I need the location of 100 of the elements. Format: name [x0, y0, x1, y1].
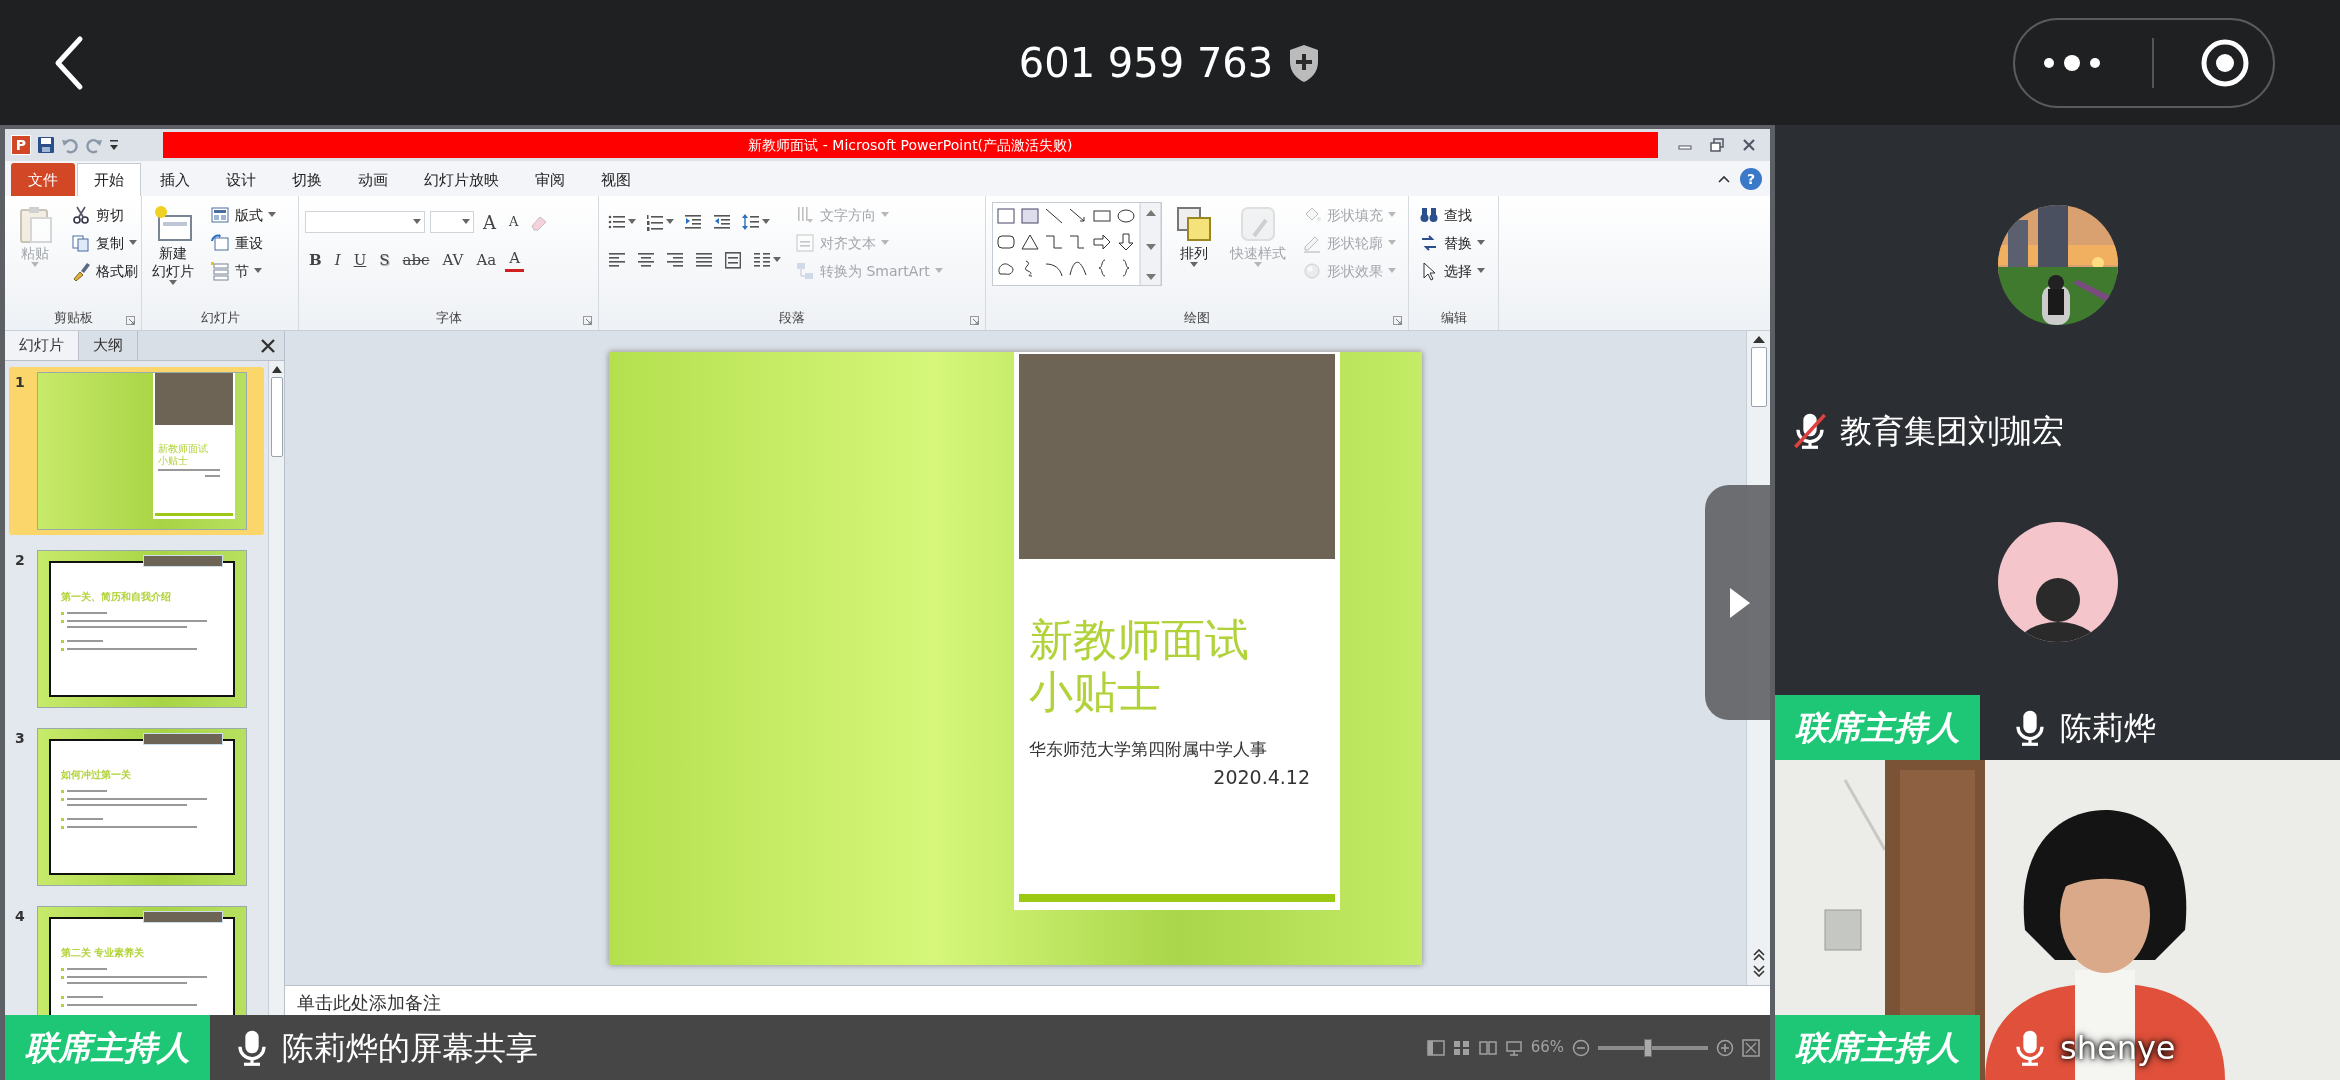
ribbon-tab[interactable]: 动画 — [341, 162, 405, 196]
ribbon-button[interactable]: 格式刷 — [67, 258, 142, 284]
align-right-icon — [665, 250, 685, 270]
format-button[interactable]: A — [479, 210, 500, 234]
brush-icon — [71, 261, 91, 281]
reading-view-icon[interactable] — [1478, 1039, 1497, 1056]
group-label: 绘图 — [1184, 309, 1210, 328]
caret-icon — [129, 240, 137, 246]
scroll-up-icon[interactable] — [271, 365, 282, 373]
ribbon-tab[interactable]: 设计 — [209, 162, 273, 196]
ribbon-tab[interactable]: 插入 — [143, 162, 207, 196]
sorter-view-icon[interactable] — [1452, 1039, 1471, 1056]
slide-subtitle: 华东师范大学第四附属中学人事 — [1029, 738, 1267, 762]
dialog-launcher-icon[interactable] — [970, 316, 979, 325]
justify-icon — [694, 250, 714, 270]
ribbon-tab[interactable]: 开始 — [77, 162, 141, 196]
group-label: 剪贴板 — [53, 309, 93, 328]
help-button[interactable]: ? — [1740, 168, 1762, 190]
group-label: 编辑 — [1440, 309, 1467, 328]
customize-icon[interactable] — [109, 138, 119, 152]
indent-icon — [712, 212, 732, 232]
dropdown-field[interactable] — [430, 211, 474, 233]
format-button[interactable]: U — [349, 248, 371, 272]
fit-window-icon[interactable] — [1742, 1038, 1760, 1057]
ribbon-tab[interactable]: 幻灯片放映 — [407, 162, 516, 196]
ribbon-tab[interactable]: 文件 — [11, 162, 75, 196]
caret-icon — [268, 212, 276, 218]
slide-number: 4 — [15, 907, 26, 926]
thumbnail-title: 第二关 专业素养关 — [61, 946, 146, 960]
notes-placeholder[interactable]: 单击此处添加备注 — [285, 985, 1770, 1015]
normal-view-icon[interactable] — [1426, 1039, 1445, 1056]
slide-thumbnail[interactable]: 1 新教师面试 小贴士 — [9, 367, 264, 535]
reset-icon — [210, 233, 230, 253]
caret-icon — [1477, 240, 1485, 246]
caret-icon — [666, 219, 674, 225]
collapse-icon[interactable] — [1718, 175, 1730, 183]
ribbon-tab[interactable]: 切换 — [275, 162, 339, 196]
new-slide-icon — [153, 204, 193, 244]
slide-number: 2 — [15, 551, 26, 570]
format-button[interactable]: A — [505, 248, 525, 272]
layout-icon — [210, 205, 230, 225]
close-icon[interactable] — [260, 337, 276, 354]
distribute-icon — [723, 250, 743, 270]
dialog-launcher-icon[interactable] — [126, 316, 135, 325]
format-button[interactable]: A — [505, 210, 523, 234]
ribbon-button[interactable]: 版式 — [206, 202, 280, 228]
ribbon-button[interactable]: 排列 — [1170, 202, 1218, 271]
ribbon-tab[interactable]: 审阅 — [518, 162, 582, 196]
ribbon-button[interactable]: 查找 — [1415, 202, 1489, 228]
zoom-level[interactable]: 66% — [1530, 1036, 1564, 1059]
next-slide-icon[interactable] — [1752, 965, 1765, 977]
caret-icon — [1190, 262, 1198, 269]
panel-tab[interactable]: 大纲 — [79, 331, 138, 360]
dialog-launcher-icon[interactable] — [583, 316, 592, 325]
scroll-thumb[interactable] — [1750, 347, 1767, 407]
ribbon-button[interactable]: 新建 幻灯片 — [148, 202, 198, 289]
columns-icon — [752, 250, 772, 270]
ribbon-button[interactable]: 选择 — [1415, 258, 1489, 284]
format-button[interactable]: I — [330, 248, 345, 272]
dialog-launcher-icon[interactable] — [1393, 316, 1402, 325]
ribbon-button[interactable]: 节 — [206, 258, 280, 284]
caret-icon — [1388, 240, 1396, 246]
numbered-list-icon — [645, 212, 665, 232]
scissors-icon — [71, 205, 91, 225]
ribbon-tab[interactable]: 视图 — [584, 162, 648, 196]
format-button[interactable]: S — [375, 248, 394, 272]
align-center-icon — [636, 250, 656, 270]
scroll-thumb[interactable] — [270, 377, 283, 457]
role-tag: 联席主持人 — [1775, 1015, 1980, 1080]
previous-slide-icon[interactable] — [1752, 949, 1765, 961]
format-button[interactable]: B — [305, 248, 326, 272]
binoculars-icon — [1419, 205, 1439, 225]
ribbon-button[interactable]: 剪切 — [67, 202, 142, 228]
ribbon-button[interactable]: 复制 — [67, 230, 142, 256]
dropdown-field[interactable] — [305, 211, 425, 233]
group-label: 字体 — [435, 309, 462, 328]
format-button[interactable]: AV — [438, 248, 468, 272]
format-button[interactable]: Aa — [472, 248, 501, 272]
align-left-icon — [607, 250, 627, 270]
restore-icon[interactable] — [1710, 138, 1724, 152]
format-button[interactable]: abc — [398, 248, 434, 272]
caret-icon — [1477, 268, 1485, 274]
ribbon-button[interactable]: 替换 — [1415, 230, 1489, 256]
ribbon-button[interactable]: 重设 — [206, 230, 280, 256]
caret-icon — [628, 219, 636, 225]
caret-icon — [762, 219, 770, 225]
zoom-out-icon[interactable] — [1572, 1038, 1590, 1057]
slideshow-icon[interactable] — [1504, 1039, 1523, 1056]
close-icon[interactable] — [1742, 138, 1756, 152]
save-icon[interactable] — [37, 136, 55, 154]
zoom-slider-thumb[interactable] — [1643, 1038, 1652, 1057]
triangle-icon — [1728, 585, 1752, 620]
align-text-icon — [795, 233, 815, 253]
scroll-up-icon[interactable] — [1752, 335, 1765, 343]
shapes-gallery[interactable] — [992, 202, 1162, 286]
zoom-in-icon[interactable] — [1716, 1038, 1734, 1057]
thumbnail-title: 第一关、简历和自我介绍 — [61, 590, 172, 604]
copy-icon — [71, 233, 91, 253]
panel-tab[interactable]: 幻灯片 — [5, 331, 79, 360]
caret-icon — [881, 240, 889, 246]
